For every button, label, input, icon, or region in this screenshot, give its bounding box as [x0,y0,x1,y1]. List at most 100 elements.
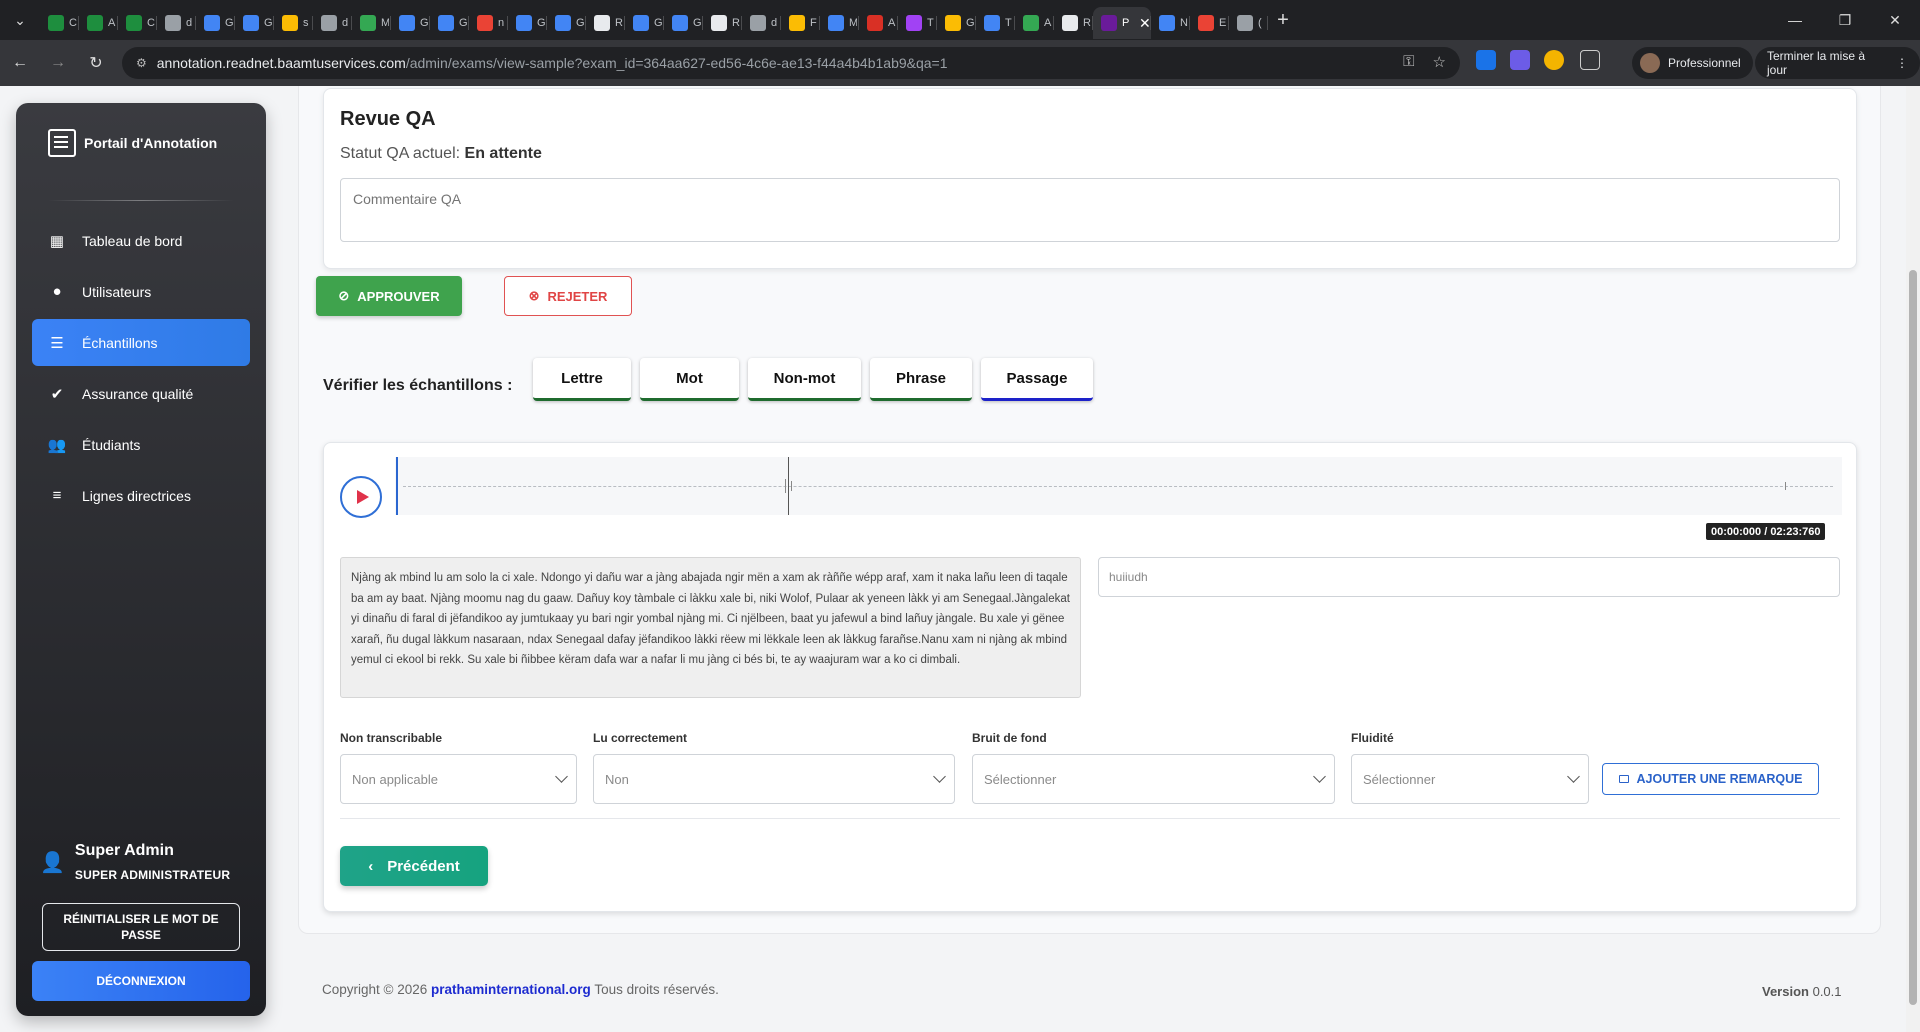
minimize-icon[interactable]: — [1770,0,1820,40]
sidebar-item-label: Tableau de bord [82,232,183,249]
extension-icon[interactable] [1476,50,1496,70]
page-scrollbar[interactable] [1906,86,1920,1032]
non-transcribable-select[interactable]: Non applicable [340,754,577,804]
user-name: Super Admin [74,842,174,859]
restore-icon[interactable]: ❐ [1820,0,1870,40]
dashboard-icon: ▦ [49,232,65,250]
browser-tab[interactable]: d [313,7,352,39]
sample-type-non-mot[interactable]: Non-mot [748,358,861,401]
sidebar-item-students[interactable]: 👥 Étudiants [32,421,250,468]
previous-button[interactable]: ‹ Précédent [340,846,488,886]
tab-favicon-icon [984,15,1000,31]
tab-search-icon[interactable]: ⌄ [0,0,40,40]
logout-button[interactable]: DÉCONNEXION [32,961,250,1001]
audio-waveform[interactable] [395,457,1842,515]
browser-tab-active[interactable]: P ✕ [1093,7,1151,39]
browser-tab[interactable]: ( [1229,7,1268,39]
sidebar-item-samples[interactable]: ☰ Échantillons [32,319,250,366]
approve-button[interactable]: ⊘ APPROUVER [316,276,462,316]
extensions-puzzle-icon[interactable] [1580,50,1600,70]
browser-tab[interactable]: G [664,7,703,39]
forward-icon[interactable]: → [40,45,76,81]
update-button[interactable]: Terminer la mise à jour ⋮ [1755,47,1920,79]
browser-tab[interactable]: R [1054,7,1093,39]
sample-card: 00:00:000 / 02:23:760 Njàng ak mbind lu … [323,442,1857,912]
reload-icon[interactable]: ↻ [78,45,114,81]
browser-tab[interactable]: A [1015,7,1054,39]
browser-tab[interactable]: R [586,7,625,39]
browser-tab[interactable]: s [274,7,313,39]
browser-tab[interactable]: M [820,7,859,39]
transcription-input[interactable]: huiiudh [1098,557,1840,597]
browser-tab[interactable]: d [157,7,196,39]
sidebar-item-dashboard[interactable]: ▦ Tableau de bord [32,217,250,264]
sidebar-item-users[interactable]: ● Utilisateurs [32,268,250,315]
browser-tab[interactable]: M [352,7,391,39]
extension-icon[interactable] [1510,50,1530,70]
playhead[interactable] [396,457,398,515]
chevron-down-icon [933,770,946,783]
browser-tab[interactable]: G [391,7,430,39]
scrollbar-thumb[interactable] [1909,270,1917,1005]
browser-tab[interactable]: A [859,7,898,39]
browser-tab[interactable]: E [1190,7,1229,39]
profile-button[interactable]: Professionnel [1632,47,1753,79]
tab-title: E [1219,17,1227,29]
browser-tab[interactable]: G [625,7,664,39]
browser-tab[interactable]: G [430,7,469,39]
sidebar-nav: ▦ Tableau de bord ● Utilisateurs ☰ Échantillo… [32,217,250,523]
sample-type-phrase[interactable]: Phrase [870,358,972,401]
browser-tab[interactable]: C [118,7,157,39]
sample-type-lettre[interactable]: Lettre [533,358,631,401]
browser-tab[interactable]: d [742,7,781,39]
browser-tab[interactable]: G [508,7,547,39]
add-remark-button[interactable]: AJOUTER UNE REMARQUE [1602,763,1819,795]
fluency-select[interactable]: Sélectionner [1351,754,1589,804]
browser-tab[interactable]: n [469,7,508,39]
browser-tab[interactable]: G [937,7,976,39]
close-window-icon[interactable]: ✕ [1870,0,1920,40]
tab-title: M [381,17,389,29]
sidebar-item-guidelines[interactable]: ≡ Lignes directrices [32,472,250,519]
browser-tab[interactable]: T [898,7,937,39]
browser-tab[interactable]: R [703,7,742,39]
sample-type-mot[interactable]: Mot [640,358,739,401]
browser-tab[interactable]: G [235,7,274,39]
background-noise-select[interactable]: Sélectionner [972,754,1335,804]
tab-title: ( [1258,17,1262,29]
site-info-icon[interactable]: ⚙ [136,56,147,70]
footer-link[interactable]: prathaminternational.org [431,982,591,997]
play-button[interactable] [340,476,382,518]
browser-tab[interactable]: T [976,7,1015,39]
qa-title: Revue QA [340,108,436,130]
reference-text: Njàng ak mbind lu am solo la ci xale. Nd… [340,557,1081,698]
qa-comment-input[interactable] [340,178,1840,242]
back-icon[interactable]: ← [2,45,38,81]
tab-favicon-icon [87,15,103,31]
tab-favicon-icon [477,15,493,31]
browser-tab[interactable]: G [196,7,235,39]
sidebar-item-verified[interactable]: ✔ Assurance qualité [32,370,250,417]
sidebar-item-label: Assurance qualité [82,385,194,402]
password-key-icon[interactable]: ⚿ [1403,53,1414,71]
address-bar[interactable]: ⚙ annotation.readnet.baamtuservices.com/… [122,47,1460,79]
sidebar-item-label: Lignes directrices [82,487,191,504]
tab-title: A [108,17,116,29]
browser-tab[interactable]: N [1151,7,1190,39]
reject-button[interactable]: ⊗ REJETER [504,276,632,316]
reset-password-button[interactable]: RÉINITIALISER LE MOT DE PASSE [42,903,240,951]
close-tab-icon[interactable]: ✕ [1139,15,1151,32]
browser-tab[interactable]: A [79,7,118,39]
tab-favicon-icon [321,15,337,31]
tab-favicon-icon [1159,15,1175,31]
extension-icon[interactable] [1544,50,1564,70]
browser-tab[interactable]: F [781,7,820,39]
sample-type-passage[interactable]: Passage [981,358,1093,401]
bookmark-star-icon[interactable]: ☆ [1433,53,1446,71]
new-tab-icon[interactable]: + [1268,9,1298,32]
browser-tab[interactable]: G [547,7,586,39]
previous-label: Précédent [387,857,460,875]
card-divider [340,818,1840,819]
browser-tab[interactable]: C [40,7,79,39]
read-correctly-select[interactable]: Non [593,754,955,804]
